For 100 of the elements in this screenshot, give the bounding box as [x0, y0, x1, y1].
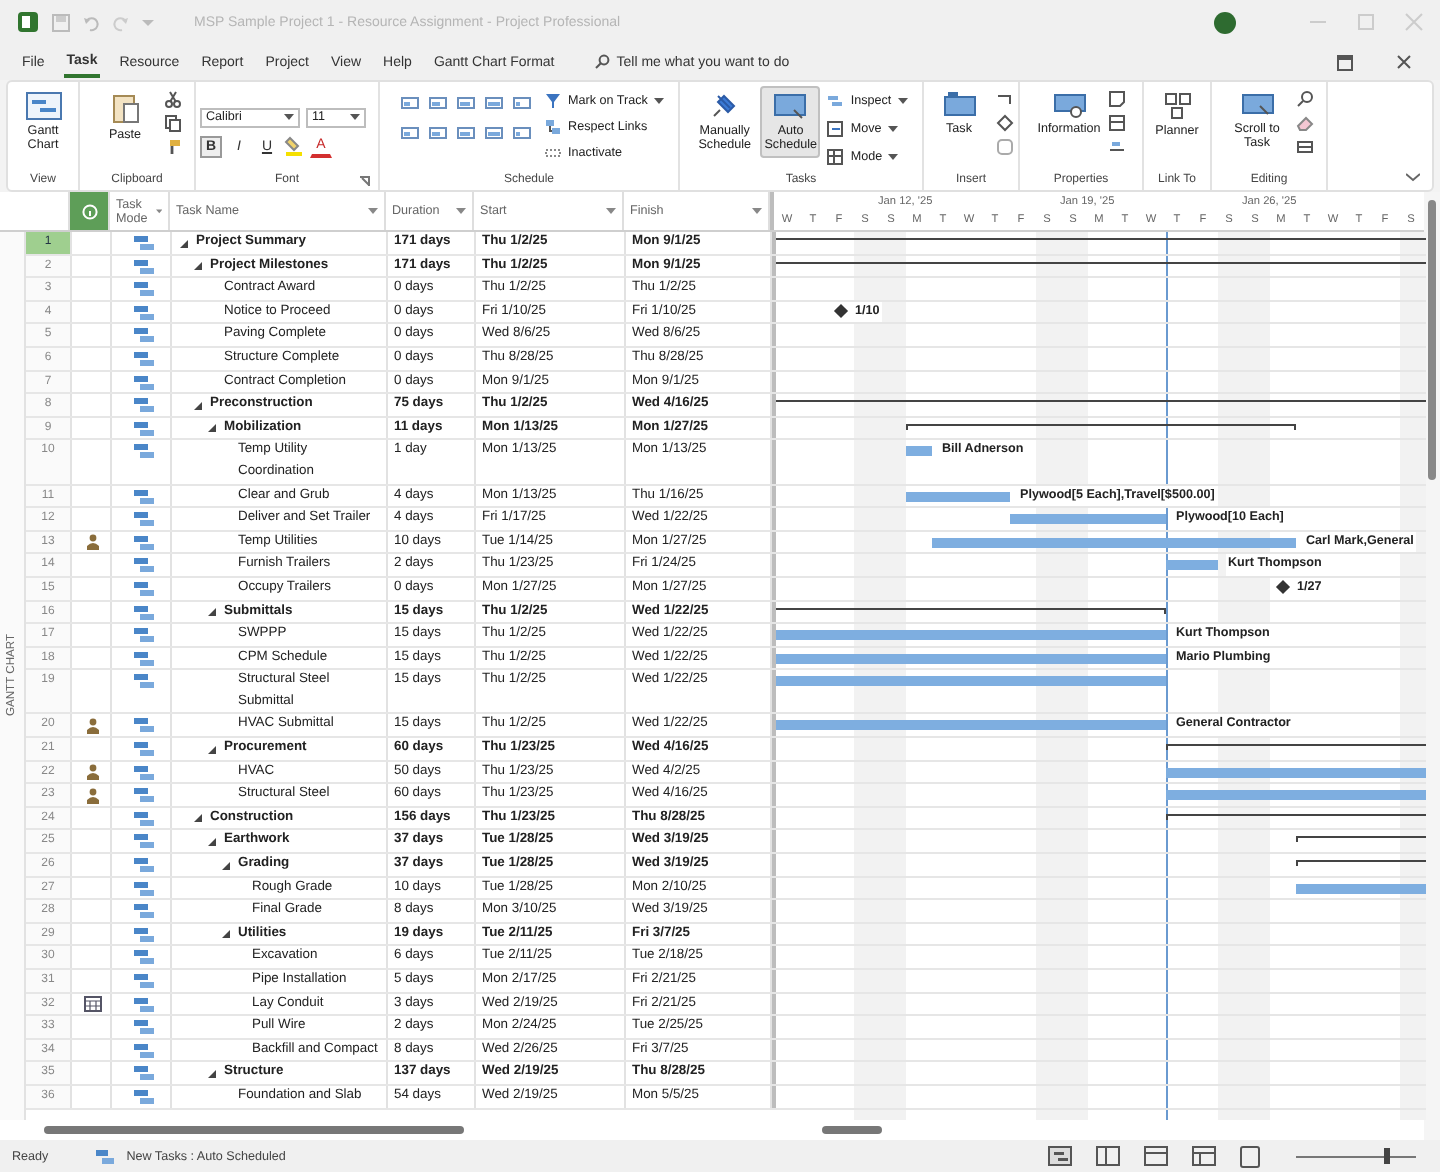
details-icon[interactable] — [1107, 114, 1125, 132]
zoom-slider[interactable] — [1296, 1148, 1416, 1164]
filter-caret-icon — [606, 207, 616, 215]
auto-schedule-icon — [133, 858, 153, 873]
auto-schedule-icon — [133, 651, 153, 666]
schedule-tool-icon[interactable] — [484, 124, 505, 144]
auto-schedule-icon — [133, 489, 153, 504]
schedule-tool-icon[interactable] — [400, 94, 421, 114]
schedule-tool-icon[interactable] — [428, 124, 449, 144]
summary-bar[interactable] — [776, 261, 1426, 268]
app-logo-icon — [16, 10, 40, 34]
outline-toggle-icon[interactable] — [178, 237, 190, 249]
highlighter-icon[interactable] — [284, 136, 304, 156]
outline-toggle-icon[interactable] — [192, 260, 204, 273]
ribbon-options-icon[interactable] — [1336, 53, 1354, 71]
summary-bar[interactable] — [906, 423, 1296, 430]
summary-bar[interactable] — [1166, 744, 1426, 751]
summary-bar[interactable] — [1296, 836, 1426, 843]
summary-bar[interactable] — [776, 400, 1426, 407]
gantt-chart-icon — [25, 92, 61, 120]
outline-toggle-icon[interactable] — [220, 928, 232, 941]
report-view-icon[interactable] — [1240, 1145, 1260, 1167]
fill-icon[interactable] — [1295, 138, 1313, 156]
auto-schedule-icon — [133, 765, 153, 780]
task-mode-icon — [96, 1149, 115, 1163]
auto-schedule-icon — [133, 305, 153, 320]
search-icon — [594, 54, 611, 70]
schedule-tool-icon[interactable] — [512, 124, 533, 144]
outline-toggle-icon[interactable] — [206, 743, 218, 756]
outline-toggle-icon[interactable] — [192, 399, 204, 412]
outline-toggle-icon[interactable] — [206, 1067, 218, 1080]
schedule-tool-icon[interactable] — [512, 94, 533, 114]
person-icon — [86, 717, 100, 734]
auto-schedule-icon — [133, 904, 153, 919]
auto-schedule-icon — [133, 674, 153, 689]
auto-schedule-icon — [133, 421, 153, 436]
milestone-marker[interactable] — [832, 304, 848, 319]
summary-bar[interactable] — [1166, 813, 1426, 820]
task-usage-view-icon[interactable] — [1096, 1146, 1120, 1166]
auto-schedule-icon — [133, 628, 153, 643]
information-icon — [1053, 92, 1085, 118]
auto-schedule-icon — [133, 259, 153, 274]
scrollbar-thumb[interactable] — [1428, 200, 1436, 480]
auto-schedule-icon — [133, 834, 153, 849]
schedule-tool-icon[interactable] — [456, 94, 477, 114]
auto-schedule-icon — [133, 605, 153, 619]
linked-bars-icon — [544, 118, 563, 136]
auto-schedule-icon — [133, 950, 153, 965]
info-icon — [81, 203, 97, 219]
schedule-tool-icon[interactable] — [456, 124, 477, 144]
caret-icon — [897, 97, 908, 105]
pin-icon — [710, 92, 739, 120]
auto-schedule-icon — [133, 444, 153, 459]
eraser-icon[interactable] — [1295, 114, 1313, 132]
indicators-header[interactable] — [70, 192, 110, 230]
timeline-icon[interactable] — [1107, 138, 1125, 156]
notes-icon[interactable] — [1107, 90, 1125, 108]
team-planner-view-icon[interactable] — [1144, 1146, 1168, 1166]
funnel-icon — [544, 92, 563, 110]
summary-bar[interactable] — [1296, 860, 1426, 867]
auto-schedule-icon — [133, 351, 153, 366]
outline-toggle-icon[interactable] — [192, 812, 204, 825]
collapse-ribbon-icon[interactable] — [1406, 172, 1420, 182]
caret-icon — [653, 97, 664, 105]
scissors-icon[interactable] — [163, 90, 181, 108]
auto-schedule-icon — [133, 1043, 153, 1058]
scrollbar-thumb[interactable] — [822, 1126, 882, 1134]
summary-bar[interactable] — [776, 238, 1426, 244]
outline-toggle-icon[interactable] — [206, 606, 218, 618]
diamond-icon[interactable] — [996, 114, 1014, 132]
auto-schedule-icon — [133, 881, 153, 896]
close-icon[interactable] — [1396, 54, 1412, 70]
scrollbar-thumb[interactable] — [44, 1126, 464, 1134]
calendar-bar-icon — [826, 120, 845, 138]
auto-schedule-icon — [133, 398, 153, 413]
schedule-tool-icon[interactable] — [484, 94, 505, 114]
search-icon[interactable] — [1295, 90, 1313, 108]
outline-toggle-icon[interactable] — [220, 859, 232, 872]
schedule-tool-icon[interactable] — [400, 124, 421, 144]
schedule-tool-icon[interactable] — [428, 94, 449, 114]
person-icon — [86, 763, 100, 780]
outline-toggle-icon[interactable] — [206, 422, 218, 435]
milestone-marker[interactable] — [1274, 580, 1290, 595]
auto-schedule-icon — [133, 375, 153, 390]
caret-icon — [887, 125, 898, 133]
dialog-launcher-icon[interactable] — [360, 176, 370, 186]
auto-schedule-icon — [133, 927, 153, 942]
summary-bar[interactable] — [776, 607, 1166, 613]
scroll-to-task-icon — [1241, 92, 1273, 118]
resource-sheet-view-icon[interactable] — [1192, 1146, 1216, 1166]
user-avatar[interactable] — [1214, 11, 1236, 33]
auto-schedule-icon — [133, 512, 153, 527]
auto-schedule-icon — [133, 718, 153, 733]
gantt-view-icon[interactable] — [1048, 1146, 1072, 1166]
copy-icon[interactable] — [163, 114, 181, 132]
outline-toggle-icon[interactable] — [206, 835, 218, 848]
grid-icon — [826, 148, 845, 166]
auto-schedule-icon — [133, 788, 153, 803]
person-icon — [86, 787, 100, 804]
auto-schedule-icon — [133, 1089, 153, 1104]
